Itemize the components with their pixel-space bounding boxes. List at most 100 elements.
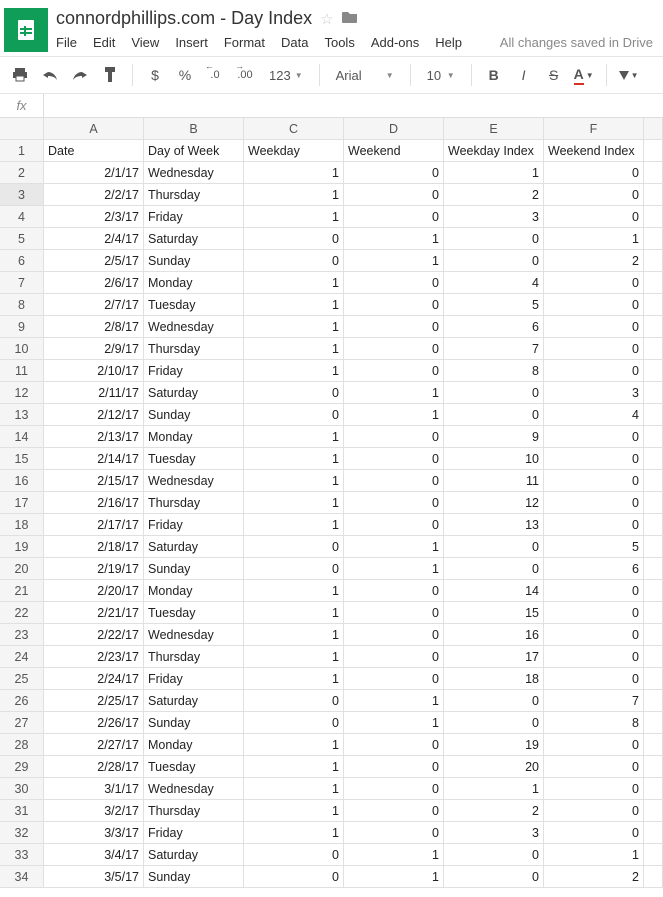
cell[interactable]: 2/16/17 [44, 492, 144, 514]
row-header[interactable]: 21 [0, 580, 44, 602]
cell-extra[interactable] [644, 712, 663, 734]
row-header[interactable]: 20 [0, 558, 44, 580]
cell-extra[interactable] [644, 382, 663, 404]
cell[interactable]: Saturday [144, 382, 244, 404]
cell-extra[interactable] [644, 800, 663, 822]
cell-extra[interactable] [644, 492, 663, 514]
header-cell[interactable]: Day of Week [144, 140, 244, 162]
row-header[interactable]: 25 [0, 668, 44, 690]
menu-edit[interactable]: Edit [93, 35, 115, 50]
cell[interactable]: Sunday [144, 558, 244, 580]
cell[interactable]: 0 [344, 756, 444, 778]
cell[interactable]: 10 [444, 448, 544, 470]
cell[interactable]: 0 [244, 228, 344, 250]
cell[interactable]: 1 [244, 272, 344, 294]
cell[interactable]: 2/10/17 [44, 360, 144, 382]
row-header[interactable]: 6 [0, 250, 44, 272]
cell[interactable]: 0 [544, 624, 644, 646]
cell[interactable]: 1 [244, 756, 344, 778]
cell[interactable]: 0 [344, 272, 444, 294]
row-header[interactable]: 12 [0, 382, 44, 404]
cell[interactable]: 2/13/17 [44, 426, 144, 448]
cell[interactable]: 1 [244, 294, 344, 316]
cell[interactable]: Sunday [144, 404, 244, 426]
cell[interactable]: 11 [444, 470, 544, 492]
cell[interactable]: 0 [344, 580, 444, 602]
cell[interactable]: 1 [244, 580, 344, 602]
cell[interactable]: 1 [244, 646, 344, 668]
cell[interactable]: 2/3/17 [44, 206, 144, 228]
row-header[interactable]: 31 [0, 800, 44, 822]
spreadsheet-grid[interactable]: ABCDEF1DateDay of WeekWeekdayWeekendWeek… [0, 118, 663, 888]
cell[interactable]: 1 [344, 536, 444, 558]
column-header[interactable]: D [344, 118, 444, 140]
row-header[interactable]: 22 [0, 602, 44, 624]
cell[interactable]: Friday [144, 206, 244, 228]
cell[interactable]: 1 [244, 426, 344, 448]
cell[interactable]: 0 [544, 800, 644, 822]
cell[interactable]: Monday [144, 580, 244, 602]
cell[interactable]: 0 [444, 712, 544, 734]
cell[interactable]: Tuesday [144, 294, 244, 316]
cell-extra[interactable] [644, 140, 663, 162]
cell[interactable]: Wednesday [144, 778, 244, 800]
menu-insert[interactable]: Insert [175, 35, 208, 50]
cell[interactable]: 1 [344, 866, 444, 888]
cell[interactable]: 2 [444, 800, 544, 822]
paint-format-button[interactable] [98, 63, 122, 87]
row-header[interactable]: 16 [0, 470, 44, 492]
strikethrough-button[interactable]: S [542, 63, 566, 87]
currency-button[interactable]: $ [143, 63, 167, 87]
cell[interactable]: 0 [444, 690, 544, 712]
menu-data[interactable]: Data [281, 35, 308, 50]
cell-extra[interactable] [644, 448, 663, 470]
cell[interactable]: 2/15/17 [44, 470, 144, 492]
menu-view[interactable]: View [131, 35, 159, 50]
cell[interactable]: 2/7/17 [44, 294, 144, 316]
cell[interactable]: Thursday [144, 338, 244, 360]
cell[interactable]: 6 [444, 316, 544, 338]
cell[interactable]: 1 [244, 822, 344, 844]
cell[interactable]: 20 [444, 756, 544, 778]
cell[interactable]: 0 [344, 316, 444, 338]
cell[interactable]: 0 [544, 294, 644, 316]
cell[interactable]: 0 [244, 250, 344, 272]
cell[interactable]: 2/21/17 [44, 602, 144, 624]
cell[interactable]: 15 [444, 602, 544, 624]
cell[interactable]: 0 [244, 404, 344, 426]
cell[interactable]: 18 [444, 668, 544, 690]
cell-extra[interactable] [644, 360, 663, 382]
cell-extra[interactable] [644, 866, 663, 888]
cell[interactable]: Saturday [144, 536, 244, 558]
cell[interactable]: 3/5/17 [44, 866, 144, 888]
row-header[interactable]: 2 [0, 162, 44, 184]
row-header[interactable]: 4 [0, 206, 44, 228]
cell[interactable]: 2/20/17 [44, 580, 144, 602]
cell[interactable]: 0 [544, 162, 644, 184]
row-header[interactable]: 11 [0, 360, 44, 382]
cell[interactable]: 0 [444, 404, 544, 426]
menu-help[interactable]: Help [435, 35, 462, 50]
cell[interactable]: 13 [444, 514, 544, 536]
cell[interactable]: 3 [444, 822, 544, 844]
cell[interactable]: 2/23/17 [44, 646, 144, 668]
cell[interactable]: 0 [544, 778, 644, 800]
row-header[interactable]: 3 [0, 184, 44, 206]
cell[interactable]: 2/4/17 [44, 228, 144, 250]
cell-extra[interactable] [644, 426, 663, 448]
cell[interactable]: 2/9/17 [44, 338, 144, 360]
cell[interactable]: 3/4/17 [44, 844, 144, 866]
row-header[interactable]: 27 [0, 712, 44, 734]
cell[interactable]: 0 [544, 448, 644, 470]
cell[interactable]: 1 [344, 382, 444, 404]
cell-extra[interactable] [644, 206, 663, 228]
cell[interactable]: 0 [544, 646, 644, 668]
cell[interactable]: 0 [244, 844, 344, 866]
cell[interactable]: 1 [244, 338, 344, 360]
cell[interactable]: Wednesday [144, 162, 244, 184]
cell[interactable]: 0 [344, 162, 444, 184]
cell[interactable]: 0 [544, 184, 644, 206]
cell[interactable]: 1 [244, 624, 344, 646]
row-header[interactable]: 34 [0, 866, 44, 888]
row-header[interactable]: 24 [0, 646, 44, 668]
